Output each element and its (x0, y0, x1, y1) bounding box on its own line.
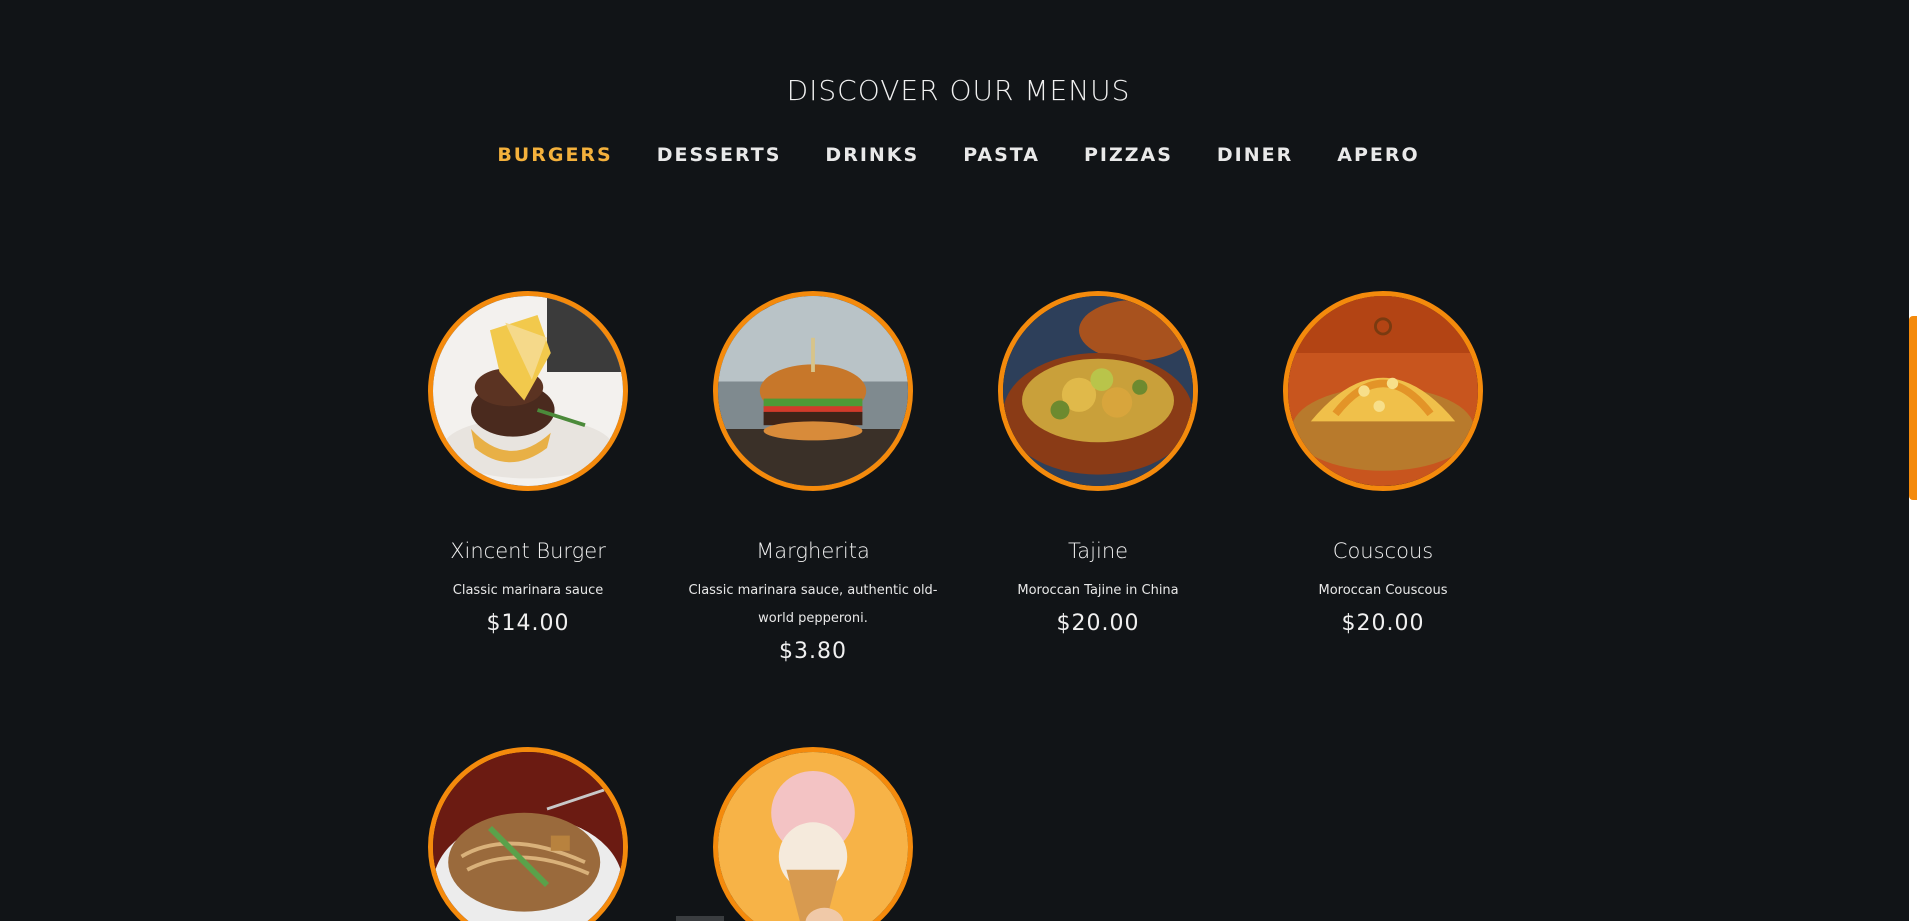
item-price: $20.00 (1056, 611, 1140, 636)
item-price: $14.00 (486, 611, 570, 636)
horizontal-scroll-handle[interactable] (676, 916, 724, 921)
menu-item-card[interactable]: Xincent Burger Classic marinara sauce $1… (386, 291, 670, 636)
couscous-platter-image (1283, 291, 1483, 491)
item-description: Classic marinara sauce (452, 583, 604, 598)
menu-item-card[interactable]: Couscous Moroccan Couscous $20.00 (1241, 291, 1525, 636)
item-description: Moroccan Couscous (1318, 583, 1448, 598)
stacked-burger-plate-image (428, 291, 628, 491)
item-description: Moroccan Tajine in China (1017, 583, 1179, 598)
scrollbar-thumb[interactable] (1909, 316, 1917, 500)
burger-on-board-image (713, 291, 913, 491)
noodle-plate-image (428, 747, 628, 921)
tab-burgers[interactable]: BURGERS (475, 144, 634, 166)
item-description: Classic marinara sauce, authentic old-wo… (688, 583, 938, 626)
tab-desserts[interactable]: DESSERTS (635, 144, 804, 166)
menu-item-card[interactable]: Margherita Classic marinara sauce, authe… (671, 291, 955, 664)
item-price: $3.80 (779, 639, 847, 664)
ice-cream-cone-image (713, 747, 913, 921)
item-name: Xincent Burger (450, 539, 606, 563)
tab-diner[interactable]: DINER (1195, 144, 1315, 166)
menu-item-card[interactable]: Tajine Moroccan Tajine in China $20.00 (956, 291, 1240, 636)
tab-pasta[interactable]: PASTA (941, 144, 1062, 166)
tab-pizzas[interactable]: PIZZAS (1062, 144, 1195, 166)
section-title: DISCOVER OUR MENUS (786, 74, 1131, 107)
menu-page: DISCOVER OUR MENUS BURGERS DESSERTS DRIN… (0, 0, 1917, 921)
item-name: Couscous (1332, 539, 1434, 563)
tab-apero[interactable]: APERO (1315, 144, 1441, 166)
item-name: Tajine (1067, 539, 1129, 563)
item-price: $20.00 (1341, 611, 1425, 636)
menu-tabs: BURGERS DESSERTS DRINKS PASTA PIZZAS DIN… (0, 144, 1917, 166)
menu-item-card[interactable] (386, 747, 670, 921)
tab-drinks[interactable]: DRINKS (803, 144, 941, 166)
menu-item-card[interactable] (671, 747, 955, 921)
tajine-pot-image (998, 291, 1198, 491)
item-name: Margherita (756, 539, 870, 563)
